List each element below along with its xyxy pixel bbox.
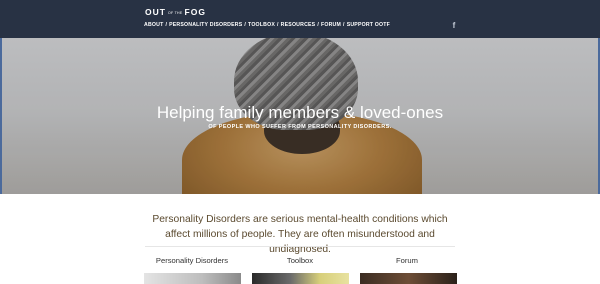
nav-separator: / (317, 22, 319, 28)
logo-word-fog: FOG (184, 7, 206, 17)
nav-separator: / (277, 22, 279, 28)
nav-item-about[interactable]: ABOUT (144, 22, 163, 28)
hero-title: Helping family members & loved-ones (156, 103, 444, 122)
logo-word-of-the: OF THE (167, 10, 183, 15)
logo-word-out: OUT (145, 7, 166, 17)
nav-item-support-ootf[interactable]: SUPPORT OOTF (347, 22, 390, 28)
nav-item-personality-disorders[interactable]: PERSONALITY DISORDERS (169, 22, 242, 28)
facebook-icon[interactable]: f (450, 21, 458, 30)
intro-text: Personality Disorders are serious mental… (152, 214, 448, 255)
hero-subtitle: OF PEOPLE WHO SUFFER FROM PERSONALITY DI… (208, 124, 392, 130)
top-header: OUT OF THE FOG ABOUT / PERSONALITY DISORDERS… (0, 0, 600, 38)
hero-banner: Helping family members & loved-ones OF P… (0, 38, 600, 194)
site-logo[interactable]: OUT OF THE FOG (145, 7, 206, 17)
nav-item-forum[interactable]: FORUM (321, 22, 341, 28)
nav-item-resources[interactable]: RESOURCES (281, 22, 316, 28)
nav-separator: / (343, 22, 345, 28)
nav-item-toolbox[interactable]: TOOLBOX (248, 22, 275, 28)
section-title-toolbox[interactable]: Toolbox (250, 256, 350, 265)
main-nav: ABOUT / PERSONALITY DISORDERS / TOOLBOX / RESO… (144, 22, 390, 28)
personality-disorders-image[interactable] (144, 273, 241, 284)
toolbox-image[interactable] (252, 273, 349, 284)
nav-separator: / (244, 22, 247, 28)
section-divider (145, 246, 455, 247)
section-title-forum[interactable]: Forum (357, 256, 457, 265)
forum-image[interactable] (360, 273, 457, 284)
section-title-personality-disorders[interactable]: Personality Disorders (142, 256, 242, 265)
nav-separator: / (165, 22, 168, 28)
